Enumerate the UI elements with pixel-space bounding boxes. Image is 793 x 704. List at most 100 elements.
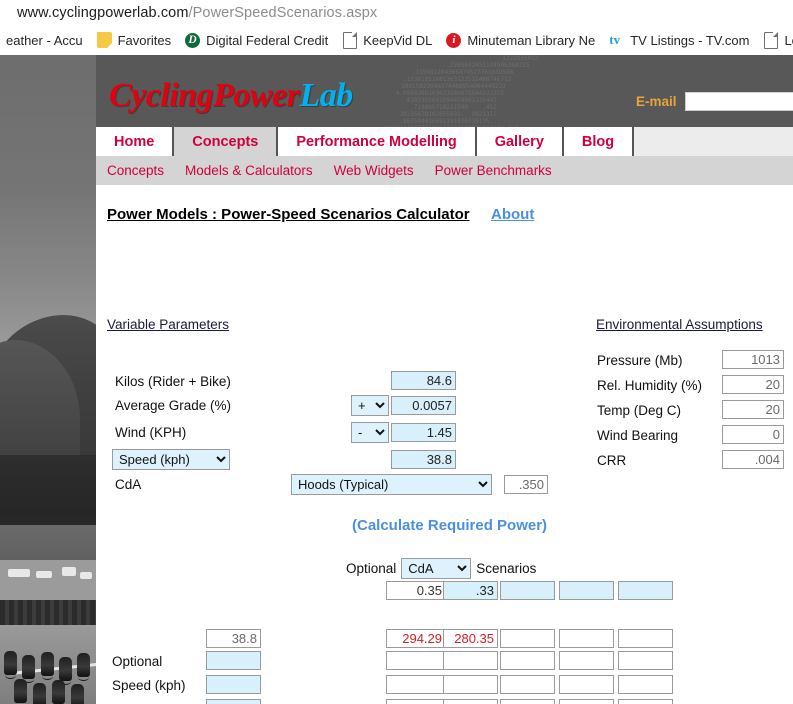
email-input[interactable] <box>684 92 793 111</box>
scenario-result-cell-r1c3[interactable] <box>559 651 614 670</box>
scenario-result-cell-r2c2[interactable] <box>500 675 555 694</box>
environmental-assumptions-heading: Environmental Assumptions <box>596 317 763 332</box>
nav-tab-home[interactable]: Home <box>96 127 175 156</box>
email-signup-row: E-mail <box>636 92 793 111</box>
bookmark-item-minuteman-library[interactable]: i Minuteman Library Ne <box>439 25 602 55</box>
sub-nav: Concepts Models & Calculators Web Widget… <box>96 156 793 185</box>
scenario-optional-label: Optional <box>346 561 397 576</box>
pressure-input[interactable] <box>722 350 784 369</box>
scenario-header-input-2[interactable] <box>443 581 498 600</box>
bookmarks-bar: eather - Accu Favorites D Digital Federa… <box>0 25 793 55</box>
photo-crowd-barrier <box>0 600 96 628</box>
nav-tab-blog[interactable]: Blog <box>563 127 635 156</box>
scenario-scenarios-label: Scenarios <box>476 561 537 576</box>
wind-bearing-input[interactable] <box>722 425 784 444</box>
photo-rider <box>33 683 46 704</box>
scenario-result-cell-r1c0[interactable] <box>386 651 446 670</box>
label-wind-kph: Wind (KPH) <box>115 425 187 440</box>
photo-rider <box>14 679 27 703</box>
bookmark-item-log-in[interactable]: Log In <box>756 25 793 55</box>
speed-input[interactable] <box>391 450 456 469</box>
photo-rider <box>22 655 35 683</box>
bookmark-item-accuweather[interactable]: eather - Accu <box>0 25 90 55</box>
email-label: E-mail <box>636 94 677 109</box>
wind-sign-select[interactable]: - <box>351 422 389 443</box>
average-grade-sign-select[interactable]: + <box>351 395 389 416</box>
speed-unit-select[interactable]: Speed (kph) <box>112 449 230 470</box>
dfc-circle-icon: D <box>185 32 201 48</box>
site-logo[interactable]: CyclingPowerLab <box>109 77 353 115</box>
kilos-input[interactable] <box>391 371 456 390</box>
scenario-header-input-5[interactable] <box>618 581 673 600</box>
content-area: Power Models : Power-Speed Scenarios Cal… <box>96 185 793 704</box>
rel-humidity-input[interactable] <box>722 375 784 394</box>
subnav-item-models-calculators[interactable]: Models & Calculators <box>185 163 313 178</box>
photo-vehicle <box>80 572 92 579</box>
scenario-result-cell-r3c4[interactable] <box>618 699 673 704</box>
scenario-result-cell-r2c4[interactable] <box>618 675 673 694</box>
page-title: Power Models : Power-Speed Scenarios Cal… <box>107 206 470 223</box>
scenario-result-cell-r3c3[interactable] <box>559 699 614 704</box>
subnav-item-power-benchmarks[interactable]: Power Benchmarks <box>435 163 552 178</box>
scenario-speed-cell-r1[interactable] <box>206 651 261 670</box>
page-icon <box>764 31 779 49</box>
label-temp: Temp (Deg C) <box>597 403 682 418</box>
bookmark-label: KeepVid DL <box>363 32 433 48</box>
photo-vehicle <box>8 569 30 577</box>
scenario-result-cell-r3c1[interactable] <box>443 699 498 704</box>
nav-tab-performance-modelling[interactable]: Performance Modelling <box>278 127 477 156</box>
scenario-result-cell-r0c1[interactable] <box>443 629 498 648</box>
bookmark-item-keepvid-dl[interactable]: KeepVid DL <box>335 25 439 55</box>
scenario-header-input-3[interactable] <box>500 581 555 600</box>
scenario-result-cell-r0c3[interactable] <box>559 629 614 648</box>
scenario-header-input-4[interactable] <box>559 581 614 600</box>
nav-tab-concepts[interactable]: Concepts <box>174 127 279 156</box>
scenario-result-cell-r3c2[interactable] <box>500 699 555 704</box>
crr-input[interactable] <box>722 450 784 469</box>
scenario-result-cell-r2c1[interactable] <box>443 675 498 694</box>
label-pressure: Pressure (Mb) <box>597 353 683 368</box>
scenario-speed-cell-r3[interactable] <box>206 699 261 704</box>
bookmark-item-favorites[interactable]: Favorites <box>90 25 178 55</box>
average-grade-input[interactable] <box>391 396 456 415</box>
photo-roadside <box>0 560 96 600</box>
subnav-item-concepts[interactable]: Concepts <box>107 163 164 178</box>
scenario-speed-cell-r0[interactable] <box>206 629 261 648</box>
info-circle-icon: i <box>446 32 462 48</box>
site-panel: 1222855022 ..2205632451124546368235 ,135… <box>96 55 793 704</box>
scenario-result-cell-r1c2[interactable] <box>500 651 555 670</box>
nav-tab-spacer <box>634 127 793 156</box>
url-bar[interactable]: www.cyclingpowerlab.com/PowerSpeedScenar… <box>0 0 793 25</box>
page-viewport: 1222855022 ..2205632451124546368235 ,135… <box>0 55 793 704</box>
bookmark-label: Favorites <box>117 32 172 48</box>
url-domain: www.cyclingpowerlab.com <box>17 4 189 21</box>
bookmark-item-tv-listings[interactable]: tv TV Listings - TV.com <box>602 25 756 55</box>
scenario-result-cell-r0c4[interactable] <box>618 629 673 648</box>
logo-text-secondary: Lab <box>299 77 353 114</box>
scenario-result-cell-r2c3[interactable] <box>559 675 614 694</box>
photo-rider <box>77 653 90 681</box>
scenario-result-cell-r1c4[interactable] <box>618 651 673 670</box>
temp-input[interactable] <box>722 400 784 419</box>
scenario-variable-select[interactable]: CdA <box>401 558 472 579</box>
cda-value-input[interactable] <box>504 475 548 494</box>
bookmark-label: Minuteman Library Ne <box>467 32 596 48</box>
scenario-result-cell-r0c2[interactable] <box>500 629 555 648</box>
label-crr: CRR <box>597 453 627 468</box>
scenario-result-cell-r1c1[interactable] <box>443 651 498 670</box>
wind-kph-input[interactable] <box>391 423 456 442</box>
scenario-speed-cell-r2[interactable] <box>206 675 261 694</box>
bookmark-item-digital-federal-credit[interactable]: D Digital Federal Credit <box>178 25 335 55</box>
bookmark-label: Log In <box>784 32 793 48</box>
scenario-result-cell-r3c0[interactable] <box>386 699 446 704</box>
page-icon <box>343 31 358 49</box>
cda-preset-select[interactable]: Hoods (Typical) <box>291 474 492 495</box>
subnav-item-web-widgets[interactable]: Web Widgets <box>334 163 414 178</box>
about-link[interactable]: About <box>491 206 534 223</box>
nav-tab-gallery[interactable]: Gallery <box>476 127 564 156</box>
scenario-header-input-1[interactable] <box>386 581 446 600</box>
calculate-required-power-link[interactable]: (Calculate Required Power) <box>352 517 547 534</box>
scenario-result-cell-r2c0[interactable] <box>386 675 446 694</box>
scenario-result-cell-r0c0[interactable] <box>386 629 446 648</box>
variable-parameters-heading: Variable Parameters <box>107 317 230 332</box>
